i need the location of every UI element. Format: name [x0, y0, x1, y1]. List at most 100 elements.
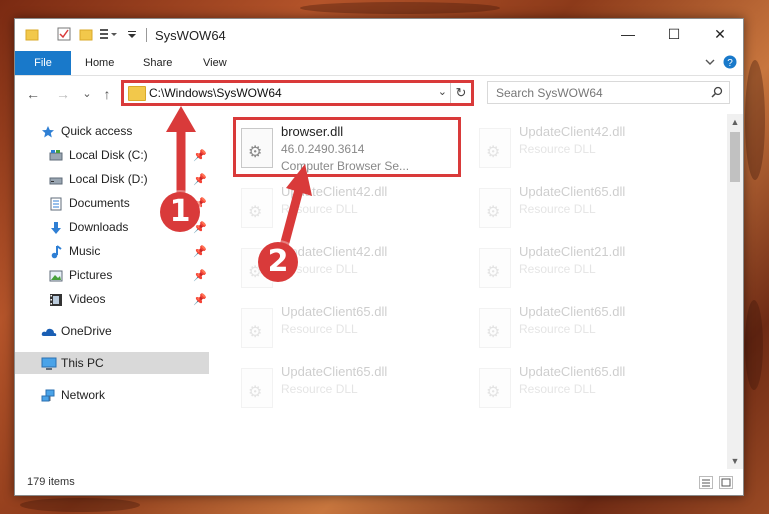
sidebar-item-label: Videos: [69, 292, 106, 306]
sidebar-item-pictures[interactable]: Pictures 📌: [15, 264, 209, 286]
tab-view[interactable]: View: [203, 51, 227, 75]
recent-locations-button[interactable]: ⌄: [79, 86, 95, 102]
ribbon: File Home Share View ?: [15, 51, 743, 76]
file-type: Resource DLL: [281, 202, 358, 216]
navigation-bar: ← → ⌄ ↑ C:\Windows\SysWOW64 ⌄ ↻ Search S…: [15, 76, 743, 110]
sidebar-item-label: Music: [69, 244, 101, 258]
details-view-icon[interactable]: [699, 476, 713, 489]
sidebar-item-label: Network: [61, 388, 106, 402]
downloads-icon: [49, 220, 63, 234]
dll-file-icon: ⚙: [479, 128, 511, 168]
documents-icon: [49, 196, 63, 211]
forward-button[interactable]: →: [55, 86, 71, 102]
sidebar-item-onedrive[interactable]: OneDrive: [15, 320, 209, 342]
dll-file-icon: ⚙: [241, 368, 273, 408]
tab-share[interactable]: Share: [143, 51, 172, 75]
back-button[interactable]: ←: [25, 86, 41, 102]
title-separator: [146, 28, 147, 42]
help-icon[interactable]: ?: [723, 55, 737, 69]
file-item[interactable]: ⚙ UpdateClient42.dll Resource DLL: [235, 180, 461, 236]
file-type: Resource DLL: [519, 202, 596, 216]
dll-file-icon: ⚙: [479, 308, 511, 348]
scroll-down-icon[interactable]: ▼: [727, 453, 743, 469]
file-item[interactable]: ⚙ UpdateClient65.dll Resource DLL: [235, 360, 461, 416]
expand-ribbon-icon[interactable]: [703, 55, 717, 69]
sidebar-item-this-pc[interactable]: This PC: [15, 352, 209, 374]
file-item[interactable]: ⚙ UpdateClient21.dll Resource DLL: [473, 240, 699, 296]
tab-file[interactable]: File: [15, 51, 71, 75]
file-name: UpdateClient65.dll: [519, 184, 626, 199]
star-icon: [41, 124, 55, 138]
minimize-button[interactable]: —: [605, 19, 651, 49]
sidebar-item-music[interactable]: Music 📌: [15, 240, 209, 262]
drive-icon: [49, 148, 63, 162]
pin-icon[interactable]: 📌: [193, 145, 207, 167]
sidebar-item-network[interactable]: Network: [15, 384, 209, 406]
pictures-icon: [49, 268, 63, 282]
navigation-pane: Quick access Local Disk (C:) 📌 Local Dis…: [15, 114, 211, 464]
item-count: 179 items: [27, 476, 75, 488]
sidebar-item-label: Downloads: [69, 220, 129, 234]
dll-file-icon: ⚙: [241, 308, 273, 348]
file-item[interactable]: ⚙ UpdateClient42.dll Resource DLL: [473, 120, 699, 176]
up-button[interactable]: ↑: [99, 86, 115, 102]
new-folder-icon[interactable]: [79, 27, 93, 41]
file-item[interactable]: ⚙ UpdateClient65.dll Resource DLL: [473, 360, 699, 416]
search-input[interactable]: Search SysWOW64: [487, 81, 730, 104]
file-type: Resource DLL: [281, 322, 358, 336]
explorer-window: SysWOW64 — ☐ ✕ File Home Share View ? ← …: [14, 18, 744, 496]
pin-icon[interactable]: 📌: [193, 241, 207, 263]
maximize-button[interactable]: ☐: [651, 19, 697, 49]
sidebar-item-label: Local Disk (D:): [69, 172, 148, 186]
view-options-icon[interactable]: [99, 27, 117, 41]
address-path[interactable]: C:\Windows\SysWOW64: [149, 86, 282, 100]
onedrive-icon: [41, 324, 57, 338]
file-type: Resource DLL: [281, 382, 358, 396]
file-item[interactable]: ⚙ UpdateClient65.dll Resource DLL: [235, 300, 461, 356]
chevron-down-icon[interactable]: ⌄: [438, 85, 447, 98]
file-type: Resource DLL: [519, 382, 596, 396]
vertical-scrollbar[interactable]: ▲ ▼: [727, 114, 743, 469]
pin-icon[interactable]: 📌: [193, 289, 207, 311]
tab-home[interactable]: Home: [85, 51, 114, 75]
pin-icon[interactable]: 📌: [193, 169, 207, 191]
sidebar-item-label: Documents: [69, 196, 130, 210]
scroll-up-icon[interactable]: ▲: [727, 114, 743, 130]
music-icon: [49, 244, 63, 259]
dll-file-icon: ⚙: [479, 188, 511, 228]
svg-text:?: ?: [727, 58, 733, 69]
videos-icon: [49, 292, 63, 306]
dll-file-icon: ⚙: [479, 248, 511, 288]
customize-toolbar-icon[interactable]: [127, 27, 141, 41]
search-icon[interactable]: [711, 86, 723, 101]
large-icons-view-icon[interactable]: [719, 476, 733, 489]
folder-icon: [25, 27, 39, 41]
file-type: Resource DLL: [519, 142, 596, 156]
file-name: UpdateClient42.dll: [519, 124, 626, 139]
sidebar-item-videos[interactable]: Videos 📌: [15, 288, 209, 310]
pin-icon[interactable]: 📌: [193, 265, 207, 287]
folder-icon: [128, 86, 146, 101]
file-item[interactable]: ⚙ UpdateClient65.dll Resource DLL: [473, 300, 699, 356]
file-type: Resource DLL: [519, 322, 596, 336]
sidebar-item-local-disk-d[interactable]: Local Disk (D:) 📌: [15, 168, 209, 190]
sidebar-item-label: This PC: [61, 356, 104, 370]
sidebar-item-local-disk-c[interactable]: Local Disk (C:) 📌: [15, 144, 209, 166]
properties-icon[interactable]: [57, 27, 71, 41]
sidebar-item-label: Pictures: [69, 268, 113, 282]
file-name: UpdateClient21.dll: [519, 244, 626, 259]
dll-file-icon: ⚙: [479, 368, 511, 408]
address-bar[interactable]: C:\Windows\SysWOW64 ⌄ ↻: [121, 80, 474, 106]
file-name: UpdateClient65.dll: [281, 304, 388, 319]
scrollbar-thumb[interactable]: [730, 132, 740, 182]
file-item[interactable]: ⚙ UpdateClient65.dll Resource DLL: [473, 180, 699, 236]
drive-icon: [49, 172, 63, 186]
close-button[interactable]: ✕: [697, 19, 743, 49]
file-name: UpdateClient65.dll: [281, 364, 388, 379]
file-name: UpdateClient42.dll: [281, 184, 388, 199]
sidebar-item-quick-access[interactable]: Quick access: [15, 120, 209, 142]
sidebar-item-label: Local Disk (C:): [69, 148, 148, 162]
refresh-button[interactable]: ↻: [450, 83, 471, 103]
title-bar: SysWOW64 — ☐ ✕: [15, 19, 743, 51]
sidebar-item-label: Quick access: [61, 124, 133, 138]
